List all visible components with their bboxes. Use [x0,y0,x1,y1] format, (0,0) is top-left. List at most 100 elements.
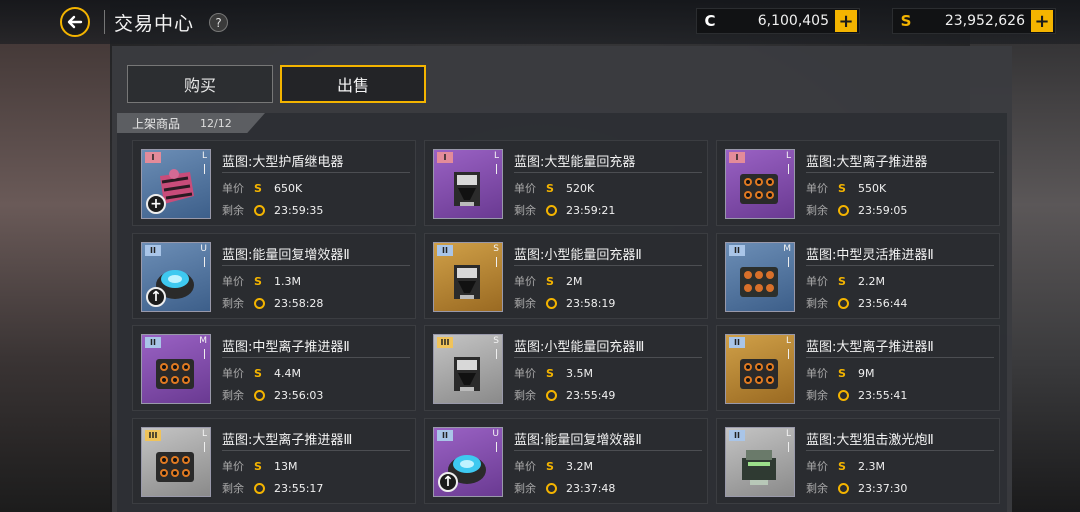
coin-s-icon: S [254,181,262,195]
currency-c-value: 6,100,405 [757,13,829,29]
item-time-remaining: 23:59:05 [858,203,908,217]
tier-badge: II [729,245,745,256]
background-left [0,0,110,512]
item-card[interactable]: II L 蓝图:大型离子推进器Ⅱ 单价 S 9M 剩余 23:55:41 [716,325,1000,411]
coin-s-icon: S [546,366,554,380]
clock-icon [546,389,557,401]
slot-marker [788,257,789,267]
item-thumbnail[interactable]: I L + [141,149,211,219]
remaining-row: 剩余 23:58:19 [514,295,615,311]
item-thumbnail[interactable]: II L [725,334,795,404]
tab-buy[interactable]: 购买 [127,65,273,103]
item-card[interactable]: I L + 蓝图:大型护盾继电器 单价 S 650K 剩余 23:59:35 [132,140,416,226]
back-button[interactable] [60,7,90,37]
item-card[interactable]: II S 蓝图:小型能量回充器Ⅱ 单价 S 2M 剩余 23:58:19 [424,233,708,319]
item-price: 2M [566,274,583,288]
item-thumbnail[interactable]: II L [725,427,795,497]
add-currency-c-button[interactable]: + [835,10,857,32]
item-card[interactable]: III S 蓝图:小型能量回充器Ⅲ 单价 S 3.5M 剩余 23:55:49 [424,325,708,411]
tier-badge: I [437,152,453,163]
clock-icon [546,482,557,494]
price-row: 单价 S 2M [514,273,583,289]
item-divider [514,172,702,173]
item-card[interactable]: II L 蓝图:大型狙击激光炮Ⅱ 单价 S 2.3M 剩余 23:37:30 [716,418,1000,504]
coin-s-icon: S [900,12,912,30]
clock-icon [254,389,265,401]
item-thumbnail[interactable]: II M [725,242,795,312]
upgrade-arrow-icon: ↑ [146,287,166,307]
item-thumbnail[interactable]: II S [433,242,503,312]
item-thumbnail[interactable]: II M [141,334,211,404]
item-price: 2.3M [858,459,885,473]
item-name: 蓝图:大型离子推进器Ⅱ [806,340,934,355]
item-thumbnail[interactable]: III L [141,427,211,497]
remaining-label: 剩余 [222,204,244,217]
slot-size-label: L [493,151,499,161]
help-button[interactable]: ? [209,13,228,32]
item-price: 9M [858,366,875,380]
item-card[interactable]: I L 蓝图:大型能量回充器 单价 S 520K 剩余 23:59:21 [424,140,708,226]
price-label: 单价 [222,182,244,195]
item-name: 蓝图:中型离子推进器Ⅱ [222,340,350,355]
item-card[interactable]: II M 蓝图:中型灵活推进器Ⅱ 单价 S 2.2M 剩余 23:56:44 [716,233,1000,319]
add-currency-s-button[interactable]: + [1031,10,1053,32]
item-divider [222,172,410,173]
price-row: 单价 S 2.2M [806,273,885,289]
remaining-row: 剩余 23:37:48 [514,480,615,496]
item-card[interactable]: II U ↑ 蓝图:能量回复增效器Ⅱ 单价 S 1.3M 剩余 23:58:28 [132,233,416,319]
item-time-remaining: 23:58:19 [566,296,616,310]
slot-size-label: L [785,336,791,346]
coin-s-icon: S [546,459,554,473]
slot-marker [204,257,205,267]
item-thumbnail[interactable]: IL [725,149,795,219]
currency-s-value: 23,952,626 [944,13,1025,29]
listing-header: 上架商品 12/12 [117,113,265,133]
remaining-row: 剩余 23:55:17 [222,480,323,496]
item-card[interactable]: I L 蓝图:大型离子推进器 单价 S 550K 剩余 23:59:05 [716,140,1000,226]
price-label: 单价 [222,367,244,380]
clock-icon [838,297,849,309]
slot-size-label: L [785,429,791,439]
ion-thruster-icon [152,444,198,488]
plus-circle-icon: + [146,194,166,214]
item-card[interactable]: II M 蓝图:中型离子推进器Ⅱ 单价 S 4.4M 剩余 23:56:03 [132,325,416,411]
slot-marker [496,257,497,267]
price-label: 单价 [806,460,828,473]
slot-marker [788,164,789,174]
clock-icon [254,482,265,494]
clock-icon [838,204,849,216]
item-name: 蓝图:大型护盾继电器 [222,155,344,170]
item-price: 3.5M [566,366,593,380]
tier-badge: II [437,430,453,441]
item-name: 蓝图:能量回复增效器Ⅱ [222,248,350,263]
clock-icon [254,297,265,309]
slot-size-label: S [493,244,499,254]
tier-badge: III [437,337,453,348]
tier-badge: III [145,430,161,441]
item-thumbnail[interactable]: III S [433,334,503,404]
tier-badge: II [729,337,745,348]
item-divider [222,265,410,266]
item-thumbnail[interactable]: II U ↑ [141,242,211,312]
remaining-label: 剩余 [222,482,244,495]
item-card[interactable]: II U ↑ 蓝图:能量回复增效器Ⅱ 单价 S 3.2M 剩余 23:37:48 [424,418,708,504]
remaining-row: 剩余 23:59:05 [806,202,907,218]
credit-c-icon: C [704,12,716,30]
item-card[interactable]: III L 蓝图:大型离子推进器Ⅲ 单价 S 13M 剩余 23:55:17 [132,418,416,504]
clock-icon [838,482,849,494]
ion-thruster-icon [736,166,782,210]
remaining-label: 剩余 [806,204,828,217]
remaining-label: 剩余 [806,297,828,310]
remaining-label: 剩余 [222,389,244,402]
item-name: 蓝图:中型灵活推进器Ⅱ [806,248,934,263]
remaining-label: 剩余 [514,389,536,402]
item-thumbnail[interactable]: II U ↑ [433,427,503,497]
currency-c-display: C 6,100,405 + [696,8,860,34]
tab-sell[interactable]: 出售 [280,65,426,103]
coin-s-icon: S [254,274,262,288]
item-thumbnail[interactable]: IL [433,149,503,219]
listing-area[interactable]: 上架商品 12/12 I L + 蓝图:大型护盾继电器 单价 S 650K 剩余 23:59:3… [117,113,1007,512]
tier-badge: II [437,245,453,256]
price-row: 单价 S 2.3M [806,458,885,474]
remaining-label: 剩余 [514,204,536,217]
